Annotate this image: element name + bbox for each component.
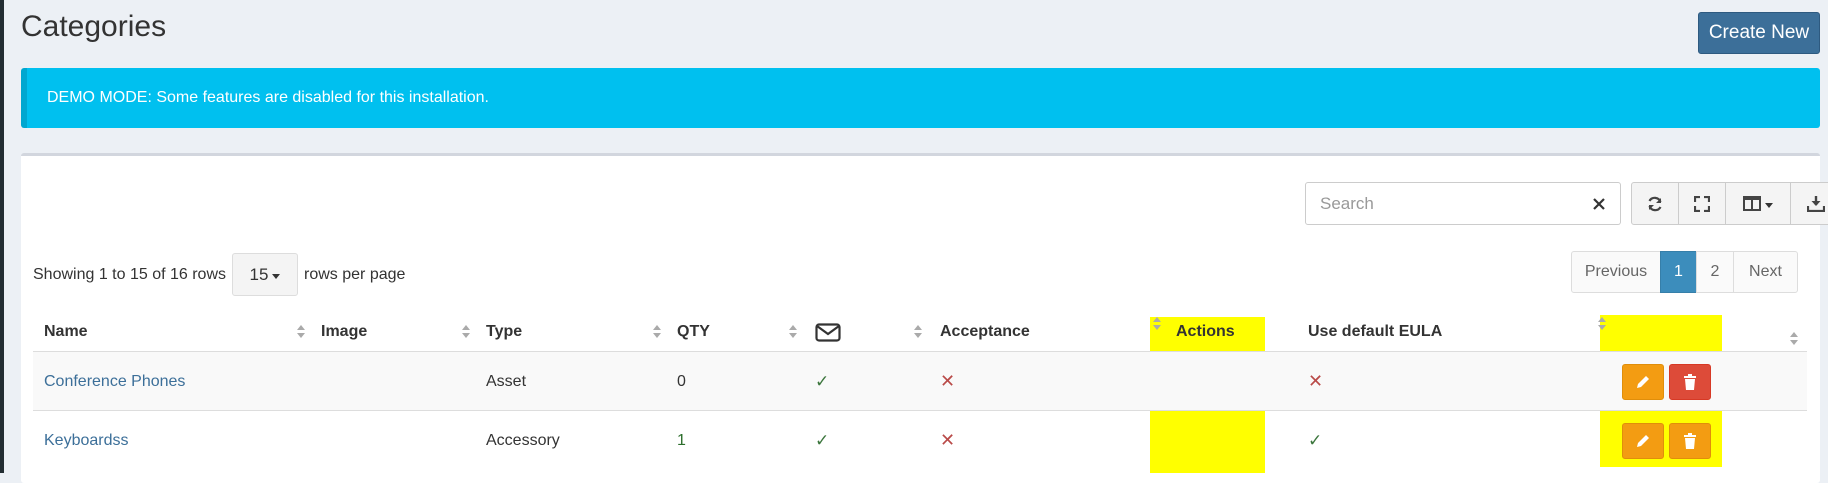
page-2-button[interactable]: 2 [1696,251,1734,293]
delete-button[interactable] [1669,364,1711,400]
export-button[interactable] [1790,182,1828,225]
column-header-name[interactable]: Name [44,313,88,351]
sort-icon [1153,317,1161,331]
pagination: Previous 1 2 Next [1571,251,1798,293]
table-row: Keyboardss Accessory 1 ✓ ✕ ✓ [33,410,1807,469]
fullscreen-icon [1694,195,1710,212]
page-1-button[interactable]: 1 [1660,251,1697,293]
column-header-email[interactable] [815,313,841,351]
column-header-image[interactable]: Image [321,313,367,351]
category-name-link[interactable]: Conference Phones [44,352,185,411]
sort-icon [1598,317,1606,331]
page-title: Categories [21,10,167,43]
pagination-info: Showing 1 to 15 of 16 rows 15 rows per p… [33,253,405,296]
showing-text: Showing 1 to 15 of 16 rows [33,265,227,283]
check-icon: ✓ [815,371,830,391]
download-icon [1807,196,1825,212]
page-size-value: 15 [249,264,269,284]
sort-icon [789,325,797,339]
next-page-button[interactable]: Next [1733,251,1798,293]
check-icon: ✓ [1308,430,1323,450]
chevron-down-icon [272,273,281,279]
alert-text: DEMO MODE: Some features are disabled fo… [47,89,489,106]
chevron-down-icon [1765,202,1773,208]
refresh-button[interactable] [1631,182,1679,225]
search-placeholder: Search [1320,193,1374,213]
table-row: Conference Phones Asset 0 ✓ ✕ ✕ [33,351,1807,410]
sort-icon [462,325,470,339]
previous-page-button[interactable]: Previous [1571,251,1661,293]
fullscreen-button[interactable] [1678,182,1726,225]
cross-icon: ✕ [1308,371,1324,391]
trash-icon [1684,374,1696,390]
page-size-dropdown[interactable]: 15 [232,253,299,296]
table-toolbar [1631,182,1828,225]
sidebar-edge [0,0,4,473]
table-header: Name Image Type QTY Acceptance Actions U… [33,313,1807,351]
refresh-icon [1648,196,1662,211]
column-header-type[interactable]: Type [486,313,522,351]
pencil-icon [1637,435,1649,447]
column-header-use-default-eula[interactable]: Use default EULA [1308,313,1442,351]
category-type: Asset [486,372,527,390]
demo-mode-alert: DEMO MODE: Some features are disabled fo… [21,68,1820,128]
sort-icon [914,325,922,339]
search-clear-button[interactable] [1578,182,1621,225]
category-qty: 0 [677,372,686,390]
cross-icon: ✕ [940,371,956,391]
category-type: Accessory [486,431,560,449]
close-icon [1593,197,1605,210]
pencil-icon [1637,376,1649,388]
cross-icon: ✕ [940,430,956,450]
columns-icon [1743,196,1761,211]
trash-icon [1684,433,1696,449]
search-input[interactable]: Search [1305,182,1579,225]
column-header-acceptance[interactable]: Acceptance [940,313,1030,351]
sort-icon [1790,332,1798,346]
category-qty: 1 [677,431,686,449]
columns-toggle-button[interactable] [1725,182,1791,225]
envelope-icon [815,322,841,342]
check-icon: ✓ [815,430,830,450]
rows-per-page-label: rows per page [304,265,406,283]
delete-button[interactable] [1669,423,1711,459]
sort-icon [653,325,661,339]
sort-icon [297,325,305,339]
column-header-qty[interactable]: QTY [677,313,710,351]
column-header-actions[interactable]: Actions [1176,313,1235,351]
edit-button[interactable] [1622,364,1664,400]
category-name-link[interactable]: Keyboardss [44,411,129,470]
edit-button[interactable] [1622,423,1664,459]
create-new-button[interactable]: Create New [1698,12,1820,54]
